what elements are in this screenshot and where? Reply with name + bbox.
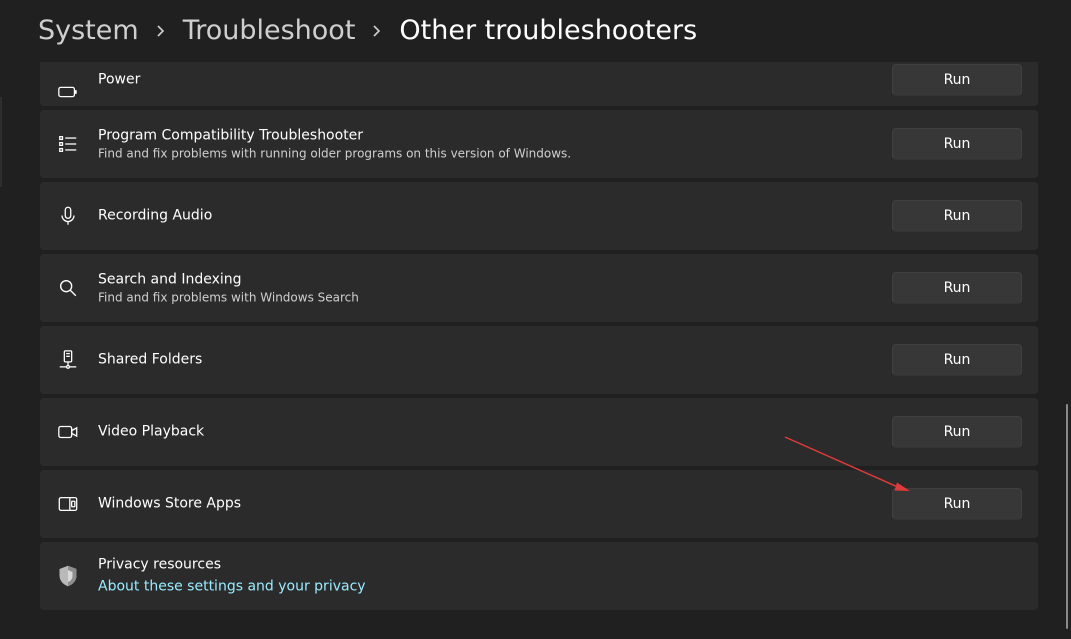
store-apps-icon	[56, 492, 80, 516]
list-icon	[56, 132, 80, 156]
breadcrumb-system[interactable]: System	[38, 12, 139, 50]
troubleshooter-list: Power Run Program Compatibility Troubles…	[40, 0, 1038, 639]
privacy-title: Privacy resources	[98, 556, 221, 573]
card-title: Video Playback	[98, 423, 205, 440]
card-description: Find and fix problems with Windows Searc…	[98, 290, 359, 305]
card-text: Windows Store Apps	[98, 495, 241, 514]
run-program-compatibility-button[interactable]: Run	[892, 128, 1022, 160]
run-windows-store-apps-button[interactable]: Run	[892, 488, 1022, 520]
card-text: Shared Folders	[98, 351, 202, 370]
troubleshooter-video-playback: Video Playback Run	[40, 398, 1038, 466]
network-drive-icon	[56, 348, 80, 372]
troubleshooter-windows-store-apps: Windows Store Apps Run	[40, 470, 1038, 538]
sidebar-edge	[0, 97, 2, 187]
privacy-resources-card: Privacy resources About these settings a…	[40, 542, 1038, 610]
card-title: Program Compatibility Troubleshooter	[98, 127, 364, 144]
shield-icon	[55, 563, 81, 589]
card-text: Video Playback	[98, 423, 204, 442]
scrollbar-thumb[interactable]	[1066, 404, 1068, 629]
card-title: Power	[98, 71, 141, 88]
card-text: Power	[98, 71, 140, 90]
card-text: Search and Indexing Find and fix problem…	[98, 271, 359, 306]
card-text: Program Compatibility Troubleshooter Fin…	[98, 127, 571, 162]
troubleshooter-shared-folders: Shared Folders Run	[40, 326, 1038, 394]
battery-icon	[56, 80, 80, 104]
run-power-button[interactable]: Run	[892, 64, 1022, 97]
breadcrumb: System Troubleshoot Other troubleshooter…	[38, 12, 697, 50]
troubleshooter-search-indexing: Search and Indexing Find and fix problem…	[40, 254, 1038, 322]
card-text: Privacy resources About these settings a…	[98, 556, 366, 597]
card-text: Recording Audio	[98, 207, 212, 226]
troubleshooter-recording-audio: Recording Audio Run	[40, 182, 1038, 250]
card-title: Search and Indexing	[98, 271, 242, 288]
card-title: Shared Folders	[98, 351, 203, 368]
video-camera-icon	[56, 420, 80, 444]
search-icon	[56, 276, 80, 300]
privacy-link[interactable]: About these settings and your privacy	[98, 577, 366, 597]
chevron-right-icon	[139, 12, 183, 50]
card-title: Recording Audio	[98, 207, 213, 224]
header: System Troubleshoot Other troubleshooter…	[0, 0, 1071, 62]
microphone-icon	[56, 204, 80, 228]
page-title: Other troubleshooters	[399, 15, 698, 46]
chevron-right-icon	[355, 12, 399, 50]
troubleshooter-program-compatibility: Program Compatibility Troubleshooter Fin…	[40, 110, 1038, 178]
run-shared-folders-button[interactable]: Run	[892, 344, 1022, 376]
breadcrumb-troubleshoot[interactable]: Troubleshoot	[183, 12, 356, 50]
card-description: Find and fix problems with running older…	[98, 146, 572, 161]
run-search-indexing-button[interactable]: Run	[892, 272, 1022, 304]
card-title: Windows Store Apps	[98, 495, 242, 512]
run-recording-audio-button[interactable]: Run	[892, 200, 1022, 232]
run-video-playback-button[interactable]: Run	[892, 416, 1022, 448]
